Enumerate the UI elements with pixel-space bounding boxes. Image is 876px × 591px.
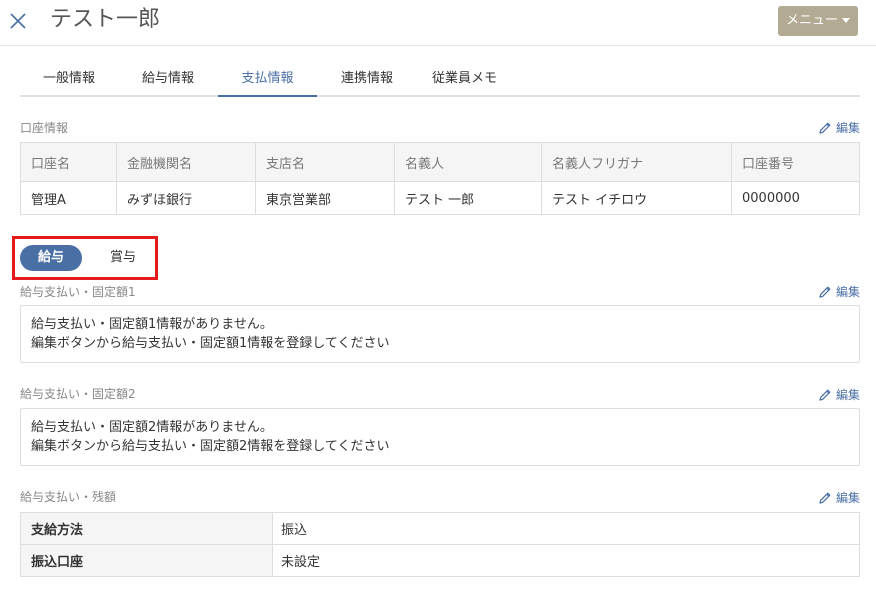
row-value: 未設定 — [272, 544, 860, 577]
table-header-row: 口座名 金融機関名 支店名 名義人 名義人フリガナ 口座番号 — [20, 142, 860, 182]
account-edit-link[interactable]: 編集 — [818, 119, 860, 136]
tab-salary[interactable]: 給与情報 — [118, 62, 218, 97]
fixed1-empty-message: 給与支払い・固定額1情報がありません。 編集ボタンから給与支払い・固定額1情報を… — [20, 305, 860, 363]
table-cell: 管理A — [20, 181, 117, 215]
caret-down-icon — [842, 18, 850, 23]
edit-label: 編集 — [835, 491, 860, 505]
toggle-salary[interactable]: 給与 — [20, 245, 82, 271]
table-row: 管理A みずほ銀行 東京営業部 テスト 一郎 テスト イチロウ 0000000 — [20, 181, 860, 215]
close-icon[interactable] — [8, 11, 28, 31]
pay-type-toggle: 給与 賞与 — [12, 236, 158, 280]
table-cell: 東京営業部 — [255, 181, 395, 215]
edit-label: 編集 — [835, 388, 860, 402]
tab-integration[interactable]: 連携情報 — [317, 62, 417, 97]
column-header: 口座番号 — [731, 142, 860, 182]
column-header: 支店名 — [255, 142, 395, 182]
table-cell: 0000000 — [731, 181, 860, 215]
column-header: 名義人フリガナ — [541, 142, 732, 182]
menu-button[interactable]: メニュー — [778, 6, 858, 36]
tab-bar: 一般情報 給与情報 支払情報 連携情報 従業員メモ — [20, 62, 860, 97]
fixed2-section-label: 給与支払い・固定額2 — [20, 387, 136, 401]
table-cell: テスト 一郎 — [394, 181, 542, 215]
fixed2-edit-link[interactable]: 編集 — [818, 386, 860, 403]
table-cell: みずほ銀行 — [116, 181, 256, 215]
remainder-table: 支給方法 振込 振込口座 未設定 — [20, 512, 860, 577]
account-table: 口座名 金融機関名 支店名 名義人 名義人フリガナ 口座番号 管理A みずほ銀行… — [20, 142, 860, 215]
table-cell: テスト イチロウ — [541, 181, 732, 215]
remainder-section-label: 給与支払い・残額 — [20, 490, 117, 504]
table-row: 支給方法 振込 — [20, 512, 860, 545]
page-title: テスト一郎 — [50, 7, 161, 32]
pencil-icon — [819, 286, 831, 298]
account-section-label: 口座情報 — [20, 121, 69, 135]
row-value: 振込 — [272, 512, 860, 545]
pencil-icon — [819, 389, 831, 401]
menu-button-label: メニュー — [785, 13, 838, 28]
tab-employee-memo[interactable]: 従業員メモ — [417, 62, 512, 97]
message-line: 給与支払い・固定額1情報がありません。 — [31, 317, 273, 332]
pencil-icon — [819, 492, 831, 504]
fixed1-section-label: 給与支払い・固定額1 — [20, 285, 136, 299]
tab-general[interactable]: 一般情報 — [20, 62, 118, 97]
toggle-bonus[interactable]: 賞与 — [95, 245, 151, 271]
remainder-edit-link[interactable]: 編集 — [818, 489, 860, 506]
pencil-icon — [819, 122, 831, 134]
tab-payment[interactable]: 支払情報 — [218, 62, 317, 97]
row-label: 振込口座 — [20, 544, 273, 577]
page-header: テスト一郎 メニュー — [0, 0, 876, 46]
column-header: 名義人 — [394, 142, 542, 182]
table-row: 振込口座 未設定 — [20, 544, 860, 577]
message-line: 編集ボタンから給与支払い・固定額1情報を登録してください — [31, 336, 390, 351]
edit-label: 編集 — [835, 285, 860, 299]
column-header: 金融機関名 — [116, 142, 256, 182]
fixed1-edit-link[interactable]: 編集 — [818, 283, 860, 300]
edit-label: 編集 — [835, 121, 860, 135]
column-header: 口座名 — [20, 142, 117, 182]
message-line: 編集ボタンから給与支払い・固定額2情報を登録してください — [31, 439, 390, 454]
fixed2-empty-message: 給与支払い・固定額2情報がありません。 編集ボタンから給与支払い・固定額2情報を… — [20, 408, 860, 466]
message-line: 給与支払い・固定額2情報がありません。 — [31, 420, 273, 435]
row-label: 支給方法 — [20, 512, 273, 545]
